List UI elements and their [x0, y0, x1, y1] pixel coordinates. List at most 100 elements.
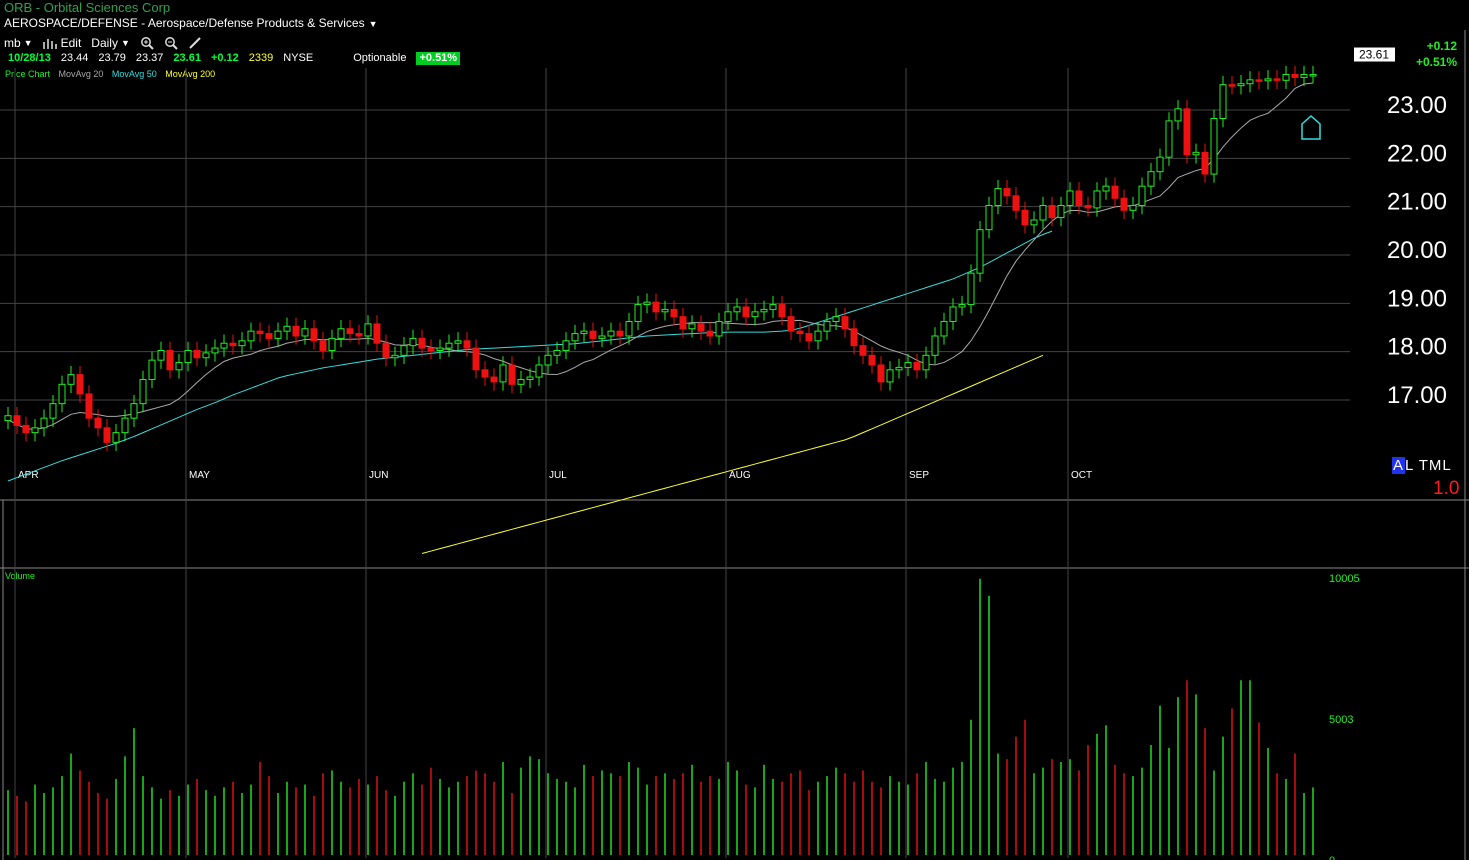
candle-down [490, 376, 498, 383]
candle-down [292, 325, 300, 337]
candle-up [67, 374, 75, 385]
candle-up [661, 308, 669, 313]
candle-down [796, 330, 804, 335]
candle-up [499, 364, 507, 383]
ma50-series-line [7, 230, 1053, 482]
candle-down [76, 374, 84, 395]
candle-up [985, 204, 993, 231]
candle-up [940, 320, 948, 337]
candle-up [238, 340, 246, 347]
pivot-marker-icon [1301, 114, 1321, 140]
candle-down [1048, 204, 1056, 219]
candle-down [1021, 209, 1029, 226]
x-axis-label: JUL [549, 470, 567, 481]
candle-down [679, 316, 687, 330]
candle-up [715, 320, 723, 337]
candle-down [868, 354, 876, 366]
candle-up [148, 359, 156, 380]
candle-up [409, 337, 417, 347]
candle-up [301, 328, 309, 337]
candle-up [832, 316, 840, 322]
candle-up [391, 354, 399, 359]
x-axis-label: MAY [189, 470, 210, 481]
x-axis-label: OCT [1071, 470, 1092, 481]
candle-down [1201, 151, 1209, 175]
candle-up [184, 349, 192, 364]
volume-axis-label: 0 [1329, 855, 1335, 860]
candle-down [418, 337, 426, 349]
y-axis-label: 19.00 [1387, 285, 1447, 312]
candle-up [580, 330, 588, 335]
candle-down [319, 340, 327, 351]
candle-down [787, 316, 795, 332]
candle-down [913, 362, 921, 371]
candle-down [1291, 74, 1299, 78]
candle-down [472, 347, 480, 371]
candle-up [139, 378, 147, 405]
candle-up [553, 349, 561, 356]
candle-up [535, 364, 543, 378]
candle-down [1273, 78, 1281, 81]
candle-down [742, 306, 750, 318]
x-axis-label: JUN [369, 470, 388, 481]
candle-down [1084, 204, 1092, 209]
candle-down [1120, 197, 1128, 211]
candle-up [157, 349, 165, 361]
candle-up [526, 376, 534, 380]
candle-up [1192, 151, 1200, 156]
candle-up [1174, 108, 1182, 122]
x-axis-label: SEP [909, 470, 929, 481]
candle-up [274, 330, 282, 339]
candle-up [247, 330, 255, 342]
candle-up [517, 378, 525, 385]
candle-up [598, 335, 606, 339]
candle-down [22, 424, 30, 434]
candle-up [1129, 204, 1137, 211]
candle-up [571, 333, 579, 342]
candle-down [1228, 84, 1236, 87]
candle-up [1219, 84, 1227, 119]
candle-up [112, 432, 120, 443]
candle-up [58, 383, 66, 405]
candle-up [607, 330, 615, 337]
candle-down [652, 301, 660, 313]
candle-up [1156, 156, 1164, 173]
candle-up [1264, 78, 1272, 82]
candle-down [697, 323, 705, 332]
candle-up [733, 306, 741, 313]
candle-down [13, 415, 21, 426]
x-axis-label: APR [18, 470, 39, 481]
price-volume-chart[interactable]: APR MAY JUN JUL AUG SEP OCT 23.00 22.00 21.00 20.0… [0, 0, 1469, 860]
candle-up [1039, 204, 1047, 221]
candle-up [220, 342, 228, 349]
candle-up [436, 347, 444, 351]
candle-down [229, 342, 237, 347]
ma200-series-line [421, 354, 1044, 554]
candle-down [193, 349, 201, 359]
candle-up [328, 337, 336, 351]
candle-up [724, 311, 732, 322]
candle-up [760, 308, 768, 313]
candle-up [445, 342, 453, 349]
candle-down [373, 323, 381, 344]
y-axis-label: 21.00 [1387, 189, 1447, 216]
y-axis-label: 20.00 [1387, 237, 1447, 264]
candle-up [1030, 219, 1038, 226]
volume-axis-label: 5003 [1329, 714, 1353, 726]
candle-down [310, 328, 318, 342]
candle-up [40, 417, 48, 429]
candle-down [1075, 190, 1083, 206]
candle-up [1300, 74, 1308, 78]
candle-up [283, 325, 291, 332]
candle-up [967, 272, 975, 306]
candle-up [400, 345, 408, 356]
candle-down [1012, 195, 1020, 211]
candle-down [346, 328, 354, 335]
candle-down [670, 308, 678, 318]
candle-down [1111, 185, 1119, 199]
y-axis-label: 22.00 [1387, 140, 1447, 167]
candle-up [1210, 117, 1218, 175]
candle-up [562, 340, 570, 351]
candle-up [544, 354, 552, 366]
candle-down [1183, 108, 1191, 156]
